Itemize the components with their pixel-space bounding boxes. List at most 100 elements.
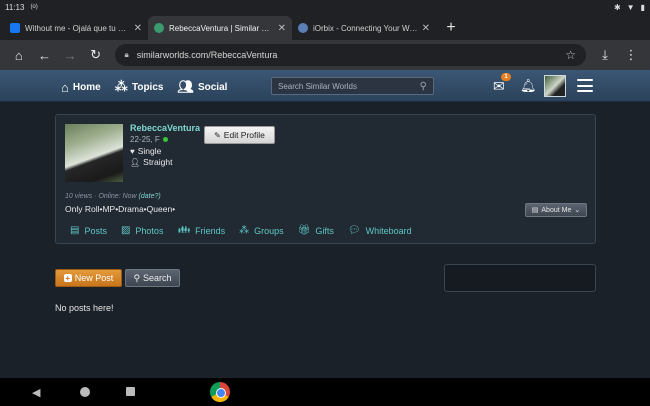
close-tab-icon[interactable]: ✕ [422,23,430,34]
nav-recents-icon[interactable] [126,387,135,396]
android-nav-bar: ◀ [0,378,650,406]
menu-kebab-icon[interactable]: ⋮ [618,42,644,68]
site-header: ⌂ Home ⁂ Topics 👥︎ Social Search Similar… [0,70,650,102]
photo-icon: ▨ [120,225,131,236]
url-text: similarworlds.com/RebeccaVentura [136,50,278,60]
bookmark-star-icon[interactable]: ☆ [565,48,576,62]
tab-label: Whiteboard [365,225,412,236]
header-avatar[interactable] [544,75,566,97]
mail-badge: 1 [501,73,511,81]
forward-arrow-icon[interactable]: → [57,42,83,68]
profile-username[interactable]: RebeccaVentura [130,123,200,133]
download-icon[interactable]: ⤓ [592,42,618,68]
views-text: 10 views · Online: Now [65,193,137,200]
browser-tab-3[interactable]: iOrbix - Connecting Your World ✕ [292,16,436,40]
new-post-button[interactable]: + New Post [55,269,122,287]
tab-title: RebeccaVentura | Similar Worlds [169,23,274,33]
new-tab-button[interactable]: + [440,16,462,40]
close-tab-icon[interactable]: ✕ [134,23,142,34]
browser-tab-strip: Without me - Ojalá que tu vida esté llen… [0,14,650,40]
id-card-icon: ▤ [531,207,539,214]
tab-title: iOrbix - Connecting Your World [313,23,418,33]
people-icon: 👥︎ [177,79,194,94]
profile-age-gender: 22-25, F [130,135,168,144]
posts-icon: ▤ [70,225,80,236]
tab-gifts[interactable]: 🎁︎ Gifts [298,225,334,236]
age-gender-text: 22-25, F [130,135,160,144]
empty-posts-message: No posts here! [55,303,114,313]
wifi-icon: ▼ [626,2,635,12]
home-icon[interactable]: ⌂ [6,42,32,68]
nav-topics[interactable]: ⁂ Topics [115,79,164,95]
tab-label: Photos [135,225,164,236]
relationship-text: Single [137,146,162,156]
house-icon: ⌂ [61,79,69,95]
chat-bubble-icon: 💬︎ [347,225,361,236]
search-placeholder: Search Similar Worlds [278,81,357,91]
relationship-row: ♥ Single [130,146,161,156]
profile-views: 10 views · Online: Now (date?) [65,193,161,200]
site-search-input[interactable]: Search Similar Worlds ⚲ [271,77,434,95]
address-bar[interactable]: 🔒︎ similarworlds.com/RebeccaVentura ☆ [114,44,586,66]
nav-social-label: Social [197,81,228,93]
profile-card: RebeccaVentura 22-25, F ♥ Single 👤︎ Stra… [55,114,596,244]
nav-home-icon[interactable] [80,387,90,397]
profile-tabs: ▤ Posts ▨ Photos 👪︎ Friends ⁂ Groups 🎁︎ Gifts… [70,225,412,236]
nav-social[interactable]: 👥︎ Social [177,79,227,95]
back-arrow-icon[interactable]: ← [32,42,58,68]
search-icon[interactable]: ⚲ [420,81,427,92]
browser-toolbar: ⌂ ← → ↻ 🔒︎ similarworlds.com/RebeccaVent… [0,40,650,70]
reload-icon[interactable]: ↻ [83,42,109,68]
edit-profile-label: Edit Profile [223,130,265,140]
gift-icon: 🎁︎ [297,225,311,236]
status-icons: ✱ ▼ ▮ [614,3,645,12]
status-extra: (o) [30,4,38,10]
tab-label: Posts [84,225,107,236]
battery-icon: ▮ [640,2,645,12]
facebook-favicon-icon [10,23,20,33]
nav-home[interactable]: ⌂ Home [61,79,101,95]
search-label: Search [143,273,172,283]
groups-icon: ⁂ [239,225,250,236]
profile-photo[interactable] [65,124,123,182]
browser-tab-1[interactable]: Without me - Ojalá que tu vida esté llen… [4,16,148,40]
nav-back-icon[interactable]: ◀ [32,386,40,399]
tab-label: Friends [195,225,226,236]
tab-friends[interactable]: 👪︎ Friends [177,225,225,236]
chevron-down-icon: ⌄ [574,207,581,214]
mail-icon[interactable]: ✉ 1 [493,73,511,95]
search-icon: ⚲ [133,272,141,283]
tab-label: Gifts [315,225,334,236]
heart-icon: ♥ [130,146,135,156]
online-indicator [162,137,168,143]
edit-profile-button[interactable]: ✎ Edit Profile [204,126,275,144]
bell-icon[interactable]: 🔔︎ [520,78,537,94]
lock-icon: 🔒︎ [124,50,129,59]
tab-posts[interactable]: ▤ Posts [70,225,107,236]
close-tab-icon[interactable]: ✕ [278,23,286,34]
about-me-button[interactable]: ▤ About Me ⌄ [525,203,587,217]
tab-photos[interactable]: ▨ Photos [121,225,163,236]
similarworlds-favicon-icon [154,23,164,33]
person-icon: 👤︎ [130,157,141,167]
search-posts-button[interactable]: ⚲ Search [125,269,180,287]
nav-topics-label: Topics [131,81,164,93]
new-post-label: New Post [74,273,114,283]
status-time: 11:13 [5,2,25,12]
iorbix-favicon-icon [298,23,308,33]
hamburger-menu-icon[interactable] [577,79,593,92]
tab-label: Groups [254,225,284,236]
profile-bio: Only Roll•MP•Drama•Queen• [65,204,176,214]
orientation-row: 👤︎ Straight [130,157,172,167]
bluetooth-icon: ✱ [613,2,621,12]
tab-groups[interactable]: ⁂ Groups [239,225,284,236]
chrome-app-icon[interactable] [210,382,230,402]
pencil-icon: ✎ [214,130,221,140]
about-me-label: About Me [541,206,572,214]
sidebar-empty-box [444,264,596,292]
browser-tab-2[interactable]: RebeccaVentura | Similar Worlds ✕ [148,16,292,40]
date-link[interactable]: (date?) [139,193,161,200]
topics-icon: ⁂ [114,79,128,94]
tab-whiteboard[interactable]: 💬︎ Whiteboard [348,225,412,236]
tab-title: Without me - Ojalá que tu vida esté llen… [25,23,130,33]
